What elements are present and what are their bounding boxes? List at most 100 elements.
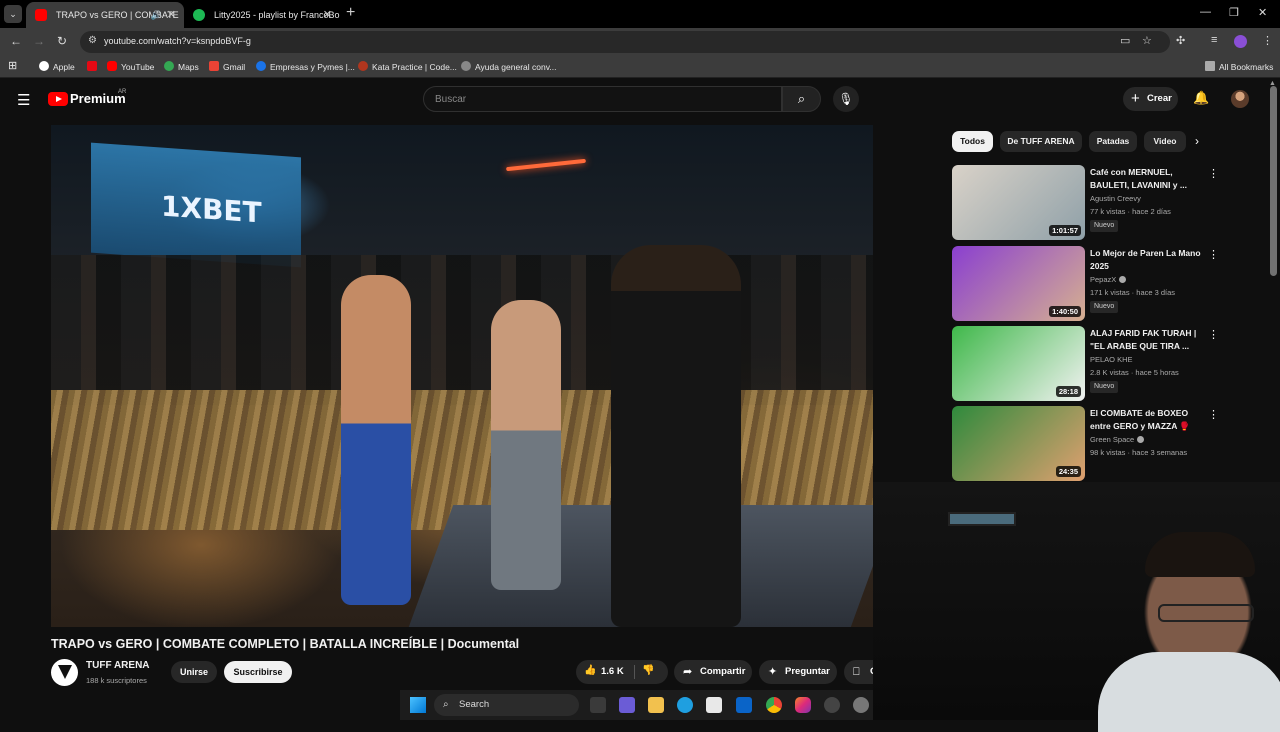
- more-actions-icon[interactable]: ⋮: [1208, 328, 1219, 341]
- video-thumbnail[interactable]: 28:18: [952, 326, 1085, 401]
- menu-kebab-icon[interactable]: ⋮: [1262, 34, 1273, 47]
- recommendation-channel[interactable]: PELAO KHE: [1090, 355, 1133, 364]
- windows-start-icon[interactable]: [410, 697, 426, 713]
- profile-avatar-icon[interactable]: [1234, 35, 1247, 48]
- chip-todos[interactable]: Todos: [952, 131, 993, 152]
- bookmark-gmail[interactable]: Gmail: [209, 61, 245, 72]
- more-actions-icon[interactable]: ⋮: [1208, 408, 1219, 421]
- streamer-shirt: [1098, 652, 1280, 732]
- voice-search-button[interactable]: 🎙: [833, 86, 859, 112]
- recommendation-meta: 171 k vistas · hace 3 días: [1090, 288, 1176, 297]
- tab-spotify-playlist[interactable]: Litty2025 - playlist by FrancoBo ✕: [184, 2, 340, 28]
- recommendation-item[interactable]: 1:01:57 Café con MERNUEL, BAULETI, LAVAN…: [952, 165, 1222, 241]
- subscribe-button[interactable]: Suscribirse: [224, 661, 292, 683]
- page-scrollbar-thumb[interactable]: [1270, 86, 1277, 276]
- minimize-icon[interactable]: —: [1200, 6, 1211, 18]
- video-thumbnail[interactable]: 1:40:50: [952, 246, 1085, 321]
- tab-search-icon[interactable]: ⌄: [4, 5, 22, 23]
- app-icon[interactable]: [824, 697, 840, 713]
- close-tab-icon[interactable]: ✕: [323, 2, 332, 28]
- account-avatar[interactable]: [1231, 90, 1249, 108]
- chip-de-tuff-arena[interactable]: De TUFF ARENA: [1000, 131, 1082, 152]
- background-monitor: [948, 512, 1016, 526]
- video-thumbnail[interactable]: 1:01:57: [952, 165, 1085, 240]
- like-button[interactable]: 👍: [584, 665, 596, 676]
- close-window-icon[interactable]: ✕: [1258, 6, 1267, 19]
- reading-list-icon[interactable]: ≡: [1211, 34, 1217, 46]
- video-player[interactable]: 1XBET: [51, 125, 873, 627]
- address-bar[interactable]: ⚙ youtube.com/watch?v=ksnpdoBVF-g: [80, 31, 1170, 53]
- create-button[interactable]: + Crear: [1123, 87, 1178, 111]
- tab-title: Litty2025 - playlist by FrancoBo: [214, 10, 340, 20]
- settings-gear-icon[interactable]: [853, 697, 869, 713]
- search-button[interactable]: ⌕: [782, 86, 821, 112]
- apps-grid-icon[interactable]: ⊞: [8, 59, 17, 72]
- bookmark-maps[interactable]: Maps: [164, 61, 199, 72]
- reload-icon[interactable]: ↻: [57, 34, 67, 48]
- share-button[interactable]: ➦ Compartir: [674, 660, 752, 684]
- edge-icon[interactable]: [677, 697, 693, 713]
- recommendation-title[interactable]: Lo Mejor de Paren La Mano 2025: [1090, 247, 1206, 273]
- duration-badge: 24:35: [1055, 466, 1081, 477]
- country-code: AR: [118, 89, 127, 95]
- extensions-icon[interactable]: ✣: [1176, 34, 1185, 47]
- youtube-logo-icon[interactable]: [48, 92, 68, 106]
- recommendation-title[interactable]: El COMBATE de BOXEO entre GERO y MAZZA 🥊: [1090, 407, 1206, 433]
- recommendation-title[interactable]: ALAJ FARID FAK TURAH | "EL ARABE QUE TIR…: [1090, 327, 1206, 353]
- recommendation-item[interactable]: 24:35 El COMBATE de BOXEO entre GERO y M…: [952, 406, 1222, 482]
- recommendation-channel[interactable]: Agustin Creevy: [1090, 194, 1141, 203]
- chip-patadas[interactable]: Patadas: [1089, 131, 1137, 152]
- recommendation-title[interactable]: Café con MERNUEL, BAULETI, LAVANINI y ..…: [1090, 166, 1206, 192]
- bookmark-apple[interactable]: Apple: [39, 61, 75, 72]
- video-thumbnail[interactable]: 24:35: [952, 406, 1085, 481]
- bookmark-star-icon[interactable]: ☆: [1142, 34, 1152, 47]
- plus-icon: +: [1131, 90, 1140, 107]
- site-info-icon[interactable]: ⚙: [88, 35, 97, 46]
- join-button[interactable]: Unirse: [171, 661, 217, 683]
- file-explorer-icon[interactable]: [648, 697, 664, 713]
- recommendation-channel[interactable]: PepazX: [1090, 275, 1127, 284]
- new-tab-button[interactable]: +: [346, 4, 355, 22]
- chevron-right-icon[interactable]: ›: [1195, 134, 1199, 148]
- search-input[interactable]: Buscar: [423, 86, 782, 112]
- bookmark-ayuda[interactable]: Ayuda general conv...: [461, 61, 556, 72]
- dislike-button[interactable]: 👎: [642, 665, 654, 676]
- bookmark-netflix-icon[interactable]: [87, 61, 101, 72]
- recommendation-item[interactable]: 1:40:50 Lo Mejor de Paren La Mano 2025 P…: [952, 246, 1222, 322]
- channel-name[interactable]: TUFF ARENA: [86, 660, 150, 671]
- cast-icon[interactable]: ▭: [1120, 34, 1130, 47]
- back-icon[interactable]: ←: [10, 34, 22, 48]
- close-tab-icon[interactable]: ✕: [167, 2, 176, 28]
- save-button[interactable]: ⎕ G: [844, 660, 873, 684]
- chrome-icon[interactable]: [766, 697, 782, 713]
- forward-icon[interactable]: →: [33, 34, 45, 48]
- all-bookmarks[interactable]: All Bookmarks: [1205, 61, 1273, 72]
- fighter-jeans: [491, 300, 561, 590]
- microphone-icon: 🎙: [838, 92, 854, 106]
- widgets-icon[interactable]: [619, 697, 635, 713]
- ask-button[interactable]: ✦ Preguntar: [759, 660, 837, 684]
- video-title: TRAPO vs GERO | COMBATE COMPLETO | BATAL…: [51, 637, 520, 651]
- bookmark-kata[interactable]: Kata Practice | Code...: [358, 61, 457, 72]
- bookmark-empresas[interactable]: Empresas y Pymes |...: [256, 61, 355, 72]
- taskbar-search[interactable]: ⌕ Search: [434, 694, 579, 716]
- more-actions-icon[interactable]: ⋮: [1208, 167, 1219, 180]
- recommendation-channel[interactable]: Green Space: [1090, 435, 1145, 444]
- outlook-icon[interactable]: [736, 697, 752, 713]
- recommendation-meta: 2.8 K vistas · hace 5 horas: [1090, 368, 1179, 377]
- tab-youtube-video[interactable]: TRAPO vs GERO | COMBATE 🔊 ✕: [26, 2, 184, 28]
- notifications-bell-icon[interactable]: 🔔: [1193, 90, 1209, 106]
- instagram-icon[interactable]: [795, 697, 811, 713]
- channel-avatar[interactable]: [51, 659, 78, 686]
- hamburger-menu-icon[interactable]: ☰: [17, 91, 30, 109]
- chip-video[interactable]: Video: [1144, 131, 1186, 152]
- speaker-icon[interactable]: 🔊: [151, 2, 162, 28]
- store-icon[interactable]: [706, 697, 722, 713]
- bookmark-youtube[interactable]: YouTube: [107, 61, 154, 72]
- duration-badge: 1:40:50: [1049, 306, 1081, 317]
- recommendation-item[interactable]: 28:18 ALAJ FARID FAK TURAH | "EL ARABE Q…: [952, 326, 1222, 402]
- more-actions-icon[interactable]: ⋮: [1208, 248, 1219, 261]
- restore-icon[interactable]: ❐: [1229, 6, 1239, 19]
- recommendation-meta: 77 k vistas · hace 2 días: [1090, 207, 1171, 216]
- task-view-icon[interactable]: [590, 697, 606, 713]
